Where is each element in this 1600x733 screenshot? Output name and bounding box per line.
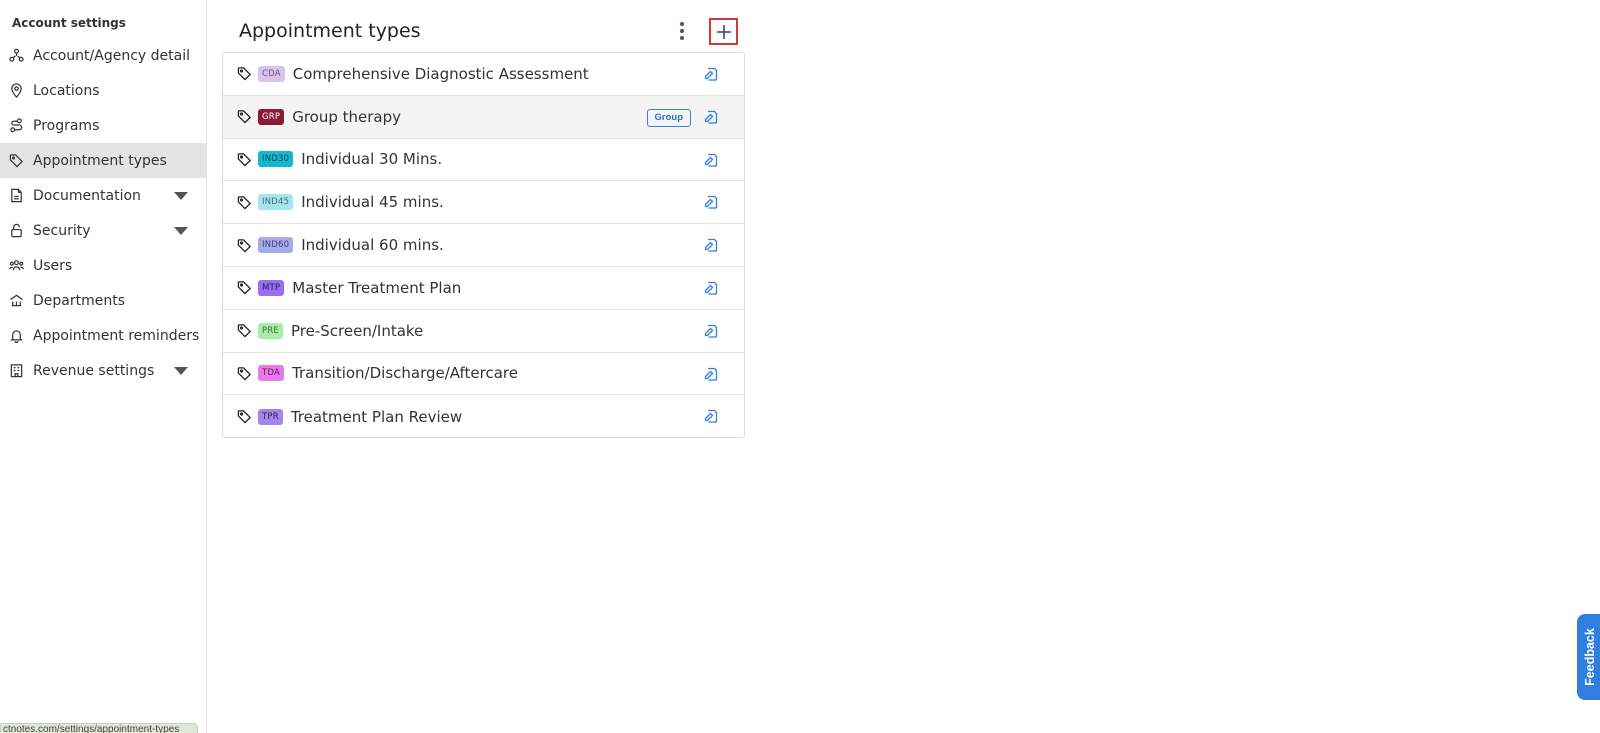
table-row[interactable]: PRE Pre-Screen/Intake: [223, 310, 744, 353]
edit-icon[interactable]: [703, 237, 719, 253]
tag-icon: [237, 323, 252, 338]
tag-icon: [237, 238, 252, 253]
tag-icon: [237, 409, 252, 424]
sidebar-item-locations[interactable]: Locations: [0, 73, 206, 108]
status-bar-url: ctnotes.com/settings/appointment-types: [0, 723, 198, 733]
bell-icon: [8, 328, 24, 344]
type-name: Pre-Screen/Intake: [291, 321, 424, 340]
sidebar-item-label: Programs: [33, 117, 100, 134]
feedback-tab[interactable]: Feedback: [1577, 614, 1600, 700]
location-pin-icon: [8, 83, 24, 99]
type-name: Transition/Discharge/Aftercare: [292, 364, 518, 383]
edit-icon[interactable]: [703, 109, 719, 125]
group-badge: Group: [646, 108, 691, 127]
sidebar-item-label: Appointment types: [33, 152, 167, 169]
type-code-badge: IND60: [258, 237, 294, 254]
sidebar-item-label: Account/Agency detail: [33, 47, 190, 64]
sidebar-item-label: Appointment reminders: [33, 327, 200, 344]
tag-icon: [237, 280, 252, 295]
edit-icon[interactable]: [703, 323, 719, 339]
table-row[interactable]: TPR Treatment Plan Review: [223, 395, 744, 437]
type-name: Individual 45 mins.: [301, 193, 444, 212]
sidebar-item-label: Departments: [33, 292, 126, 309]
type-code-badge: MTP: [258, 279, 285, 296]
sidebar-item-label: Revenue settings: [33, 362, 155, 379]
table-row[interactable]: CDA Comprehensive Diagnostic Assessment: [223, 53, 744, 96]
edit-icon[interactable]: [703, 66, 719, 82]
table-row[interactable]: IND60 Individual 60 mins.: [223, 224, 744, 267]
sidebar-item-account-agency-detail[interactable]: Account/Agency detail: [0, 38, 206, 73]
tag-icon: [237, 195, 252, 210]
type-code-badge: TDA: [258, 365, 285, 382]
sidebar-item-label: Documentation: [33, 187, 141, 204]
sidebar-item-appointment-types[interactable]: Appointment types: [0, 143, 206, 178]
sidebar-item-users[interactable]: Users: [0, 248, 206, 283]
sidebar-nav: Account/Agency detail Locations Programs…: [0, 38, 206, 388]
edit-icon[interactable]: [703, 152, 719, 168]
sidebar-item-appointment-reminders[interactable]: Appointment reminders: [0, 318, 206, 353]
type-code-badge: IND30: [258, 151, 294, 168]
more-options-icon[interactable]: [672, 20, 692, 42]
table-row[interactable]: MTP Master Treatment Plan: [223, 267, 744, 310]
sidebar-item-label: Security: [33, 222, 91, 239]
route-icon: [8, 118, 24, 134]
tag-icon: [237, 366, 252, 381]
sidebar-item-label: Locations: [33, 82, 100, 99]
organization-icon: [8, 48, 24, 64]
type-name: Group therapy: [292, 107, 402, 126]
edit-icon[interactable]: [703, 280, 719, 296]
table-row[interactable]: TDA Transition/Discharge/Aftercare: [223, 353, 744, 396]
building-icon: [8, 363, 24, 379]
table-row[interactable]: IND45 Individual 45 mins.: [223, 181, 744, 225]
type-code-badge: PRE: [258, 322, 284, 339]
table-row[interactable]: GRP Group therapy Group: [223, 95, 744, 139]
type-name: Individual 30 Mins.: [301, 150, 443, 169]
chevron-down-icon[interactable]: [174, 227, 188, 235]
type-name: Master Treatment Plan: [292, 278, 462, 297]
appointment-types-list: CDA Comprehensive Diagnostic Assessment GR…: [222, 52, 745, 438]
plus-icon: [716, 24, 731, 39]
departments-icon: [8, 293, 24, 309]
sidebar-item-departments[interactable]: Departments: [0, 283, 206, 318]
users-icon: [8, 258, 24, 274]
edit-icon[interactable]: [703, 194, 719, 210]
lock-icon: [8, 223, 24, 239]
document-icon: [8, 188, 24, 204]
sidebar-item-documentation[interactable]: Documentation: [0, 178, 206, 213]
type-name: Comprehensive Diagnostic Assessment: [292, 64, 589, 83]
settings-sidebar: Account settings Account/Agency detail L…: [0, 0, 207, 733]
chevron-down-icon[interactable]: [174, 192, 188, 200]
tag-icon: [8, 153, 24, 169]
type-name: Individual 60 mins.: [301, 236, 444, 255]
sidebar-item-security[interactable]: Security: [0, 213, 206, 248]
sidebar-item-label: Users: [33, 257, 73, 274]
sidebar-item-revenue-settings[interactable]: Revenue settings: [0, 353, 206, 388]
tag-icon: [237, 109, 252, 124]
tag-icon: [237, 66, 252, 81]
page-title: Appointment types: [239, 20, 421, 42]
type-code-badge: IND45: [258, 194, 294, 211]
add-appointment-type-button[interactable]: [709, 18, 738, 45]
chevron-down-icon[interactable]: [174, 367, 188, 375]
type-code-badge: TPR: [258, 408, 283, 425]
type-code-badge: CDA: [258, 65, 285, 82]
sidebar-heading: Account settings: [12, 16, 126, 30]
edit-icon[interactable]: [703, 366, 719, 382]
type-name: Treatment Plan Review: [290, 407, 463, 426]
sidebar-item-programs[interactable]: Programs: [0, 108, 206, 143]
edit-icon[interactable]: [703, 408, 719, 424]
type-code-badge: GRP: [258, 108, 285, 125]
table-row[interactable]: IND30 Individual 30 Mins.: [223, 139, 744, 182]
feedback-label: Feedback: [1583, 628, 1598, 686]
tag-icon: [237, 152, 252, 167]
